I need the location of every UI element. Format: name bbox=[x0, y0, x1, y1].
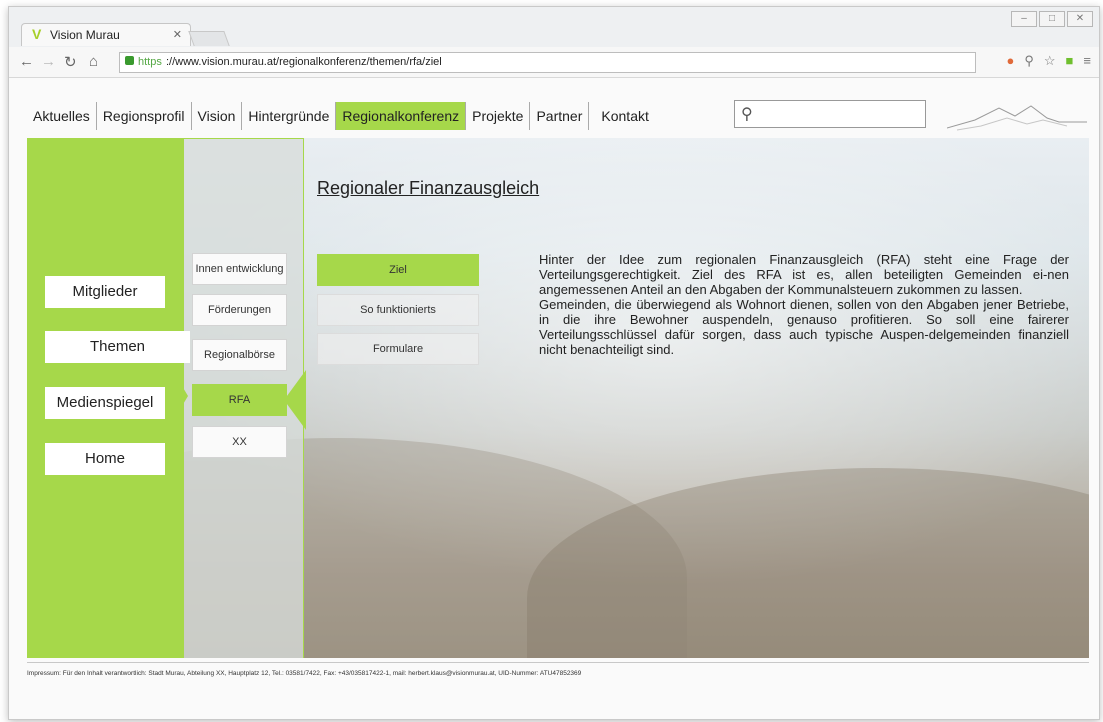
tab-title: Vision Murau bbox=[50, 28, 120, 42]
active-pointer bbox=[164, 356, 188, 436]
back-icon[interactable]: ← bbox=[19, 53, 34, 70]
extension-icon[interactable]: ● bbox=[1007, 53, 1015, 69]
search-input[interactable]: ⚲ bbox=[734, 100, 926, 128]
close-tab-icon[interactable]: ✕ bbox=[173, 28, 182, 41]
menu-icon[interactable]: ≡ bbox=[1083, 53, 1091, 69]
close-window-icon[interactable]: ✕ bbox=[1067, 11, 1093, 27]
web-page: Aktuelles Regionsprofil Vision Hintergrü… bbox=[9, 78, 1099, 719]
favicon-icon: V bbox=[32, 26, 42, 42]
nav-item-projekte[interactable]: Projekte bbox=[466, 102, 531, 130]
forward-icon[interactable]: → bbox=[41, 53, 56, 70]
reload-icon[interactable]: ↻ bbox=[64, 53, 77, 71]
sidebar-item-mitglieder[interactable]: Mitglieder bbox=[45, 276, 165, 308]
submenu-item-xx[interactable]: XX bbox=[192, 426, 287, 458]
url-scheme: https bbox=[138, 56, 162, 68]
page-title: Regionaler Finanzausgleich bbox=[317, 178, 540, 198]
sidebar-item-themen[interactable]: Themen bbox=[45, 331, 190, 363]
content-paragraph: Gemeinden, die überwiegend als Wohnort d… bbox=[539, 297, 1069, 357]
nav-item-hintergruende[interactable]: Hintergründe bbox=[242, 102, 337, 130]
nav-item-regionsprofil[interactable]: Regionsprofil bbox=[97, 102, 192, 130]
tab-ziel[interactable]: Ziel bbox=[317, 254, 479, 286]
active-pointer bbox=[284, 370, 306, 430]
url-text: ://www.vision.murau.at/regionalkonferenz… bbox=[166, 56, 442, 68]
toolbar-icons: ● ⚲ ☆ ■ ≡ bbox=[1007, 53, 1092, 69]
search-icon: ⚲ bbox=[741, 106, 753, 123]
footer-imprint: Impressum: Für den Inhalt verantwortlich… bbox=[27, 662, 1089, 677]
address-bar[interactable]: https ://www.vision.murau.at/regionalkon… bbox=[119, 52, 976, 73]
tab-formulare[interactable]: Formulare bbox=[317, 333, 479, 365]
minimize-icon[interactable]: – bbox=[1011, 11, 1037, 27]
extension-icon[interactable]: ■ bbox=[1066, 53, 1074, 69]
nav-item-regionalkonferenz[interactable]: Regionalkonferenz bbox=[336, 102, 467, 130]
home-icon[interactable]: ⌂ bbox=[89, 53, 98, 70]
submenu-item-rfa[interactable]: RFA bbox=[192, 384, 287, 416]
mountain-logo-icon bbox=[947, 105, 1087, 131]
submenu-item-regionalboerse[interactable]: Regionalbörse bbox=[192, 339, 287, 371]
sidebar-item-medienspiegel[interactable]: Medienspiegel bbox=[45, 387, 165, 419]
nav-item-vision[interactable]: Vision bbox=[192, 102, 243, 130]
browser-tab[interactable]: V Vision Murau ✕ bbox=[21, 23, 191, 46]
hero-panel: Mitglieder Themen Medienspiegel Home Inn… bbox=[27, 138, 1089, 658]
submenu-item-innenentwicklung[interactable]: Innen entwicklung bbox=[192, 253, 287, 285]
content-text: Hinter der Idee zum regionalen Finanzaus… bbox=[539, 252, 1069, 357]
browser-window: V Vision Murau ✕ – □ ✕ ← → ↻ ⌂ https ://… bbox=[8, 6, 1100, 720]
content-paragraph: Hinter der Idee zum regionalen Finanzaus… bbox=[539, 252, 1069, 297]
new-tab-button[interactable] bbox=[188, 31, 230, 46]
tab-so-funktionierts[interactable]: So funktionierts bbox=[317, 294, 479, 326]
main-navigation: Aktuelles Regionsprofil Vision Hintergrü… bbox=[27, 98, 655, 134]
nav-item-aktuelles[interactable]: Aktuelles bbox=[27, 102, 97, 130]
nav-item-partner[interactable]: Partner bbox=[530, 102, 590, 130]
browser-toolbar: ← → ↻ ⌂ https ://www.vision.murau.at/reg… bbox=[9, 47, 1099, 78]
maximize-icon[interactable]: □ bbox=[1039, 11, 1065, 27]
lock-icon bbox=[125, 56, 134, 65]
window-controls: – □ ✕ bbox=[1011, 11, 1093, 27]
tab-strip: V Vision Murau ✕ – □ ✕ bbox=[9, 7, 1099, 47]
submenu-item-foerderungen[interactable]: Förderungen bbox=[192, 294, 287, 326]
sidebar-item-home[interactable]: Home bbox=[45, 443, 165, 475]
bookmark-star-icon[interactable]: ☆ bbox=[1044, 53, 1056, 69]
nav-item-kontakt[interactable]: Kontakt bbox=[589, 102, 654, 130]
search-icon[interactable]: ⚲ bbox=[1024, 53, 1034, 69]
